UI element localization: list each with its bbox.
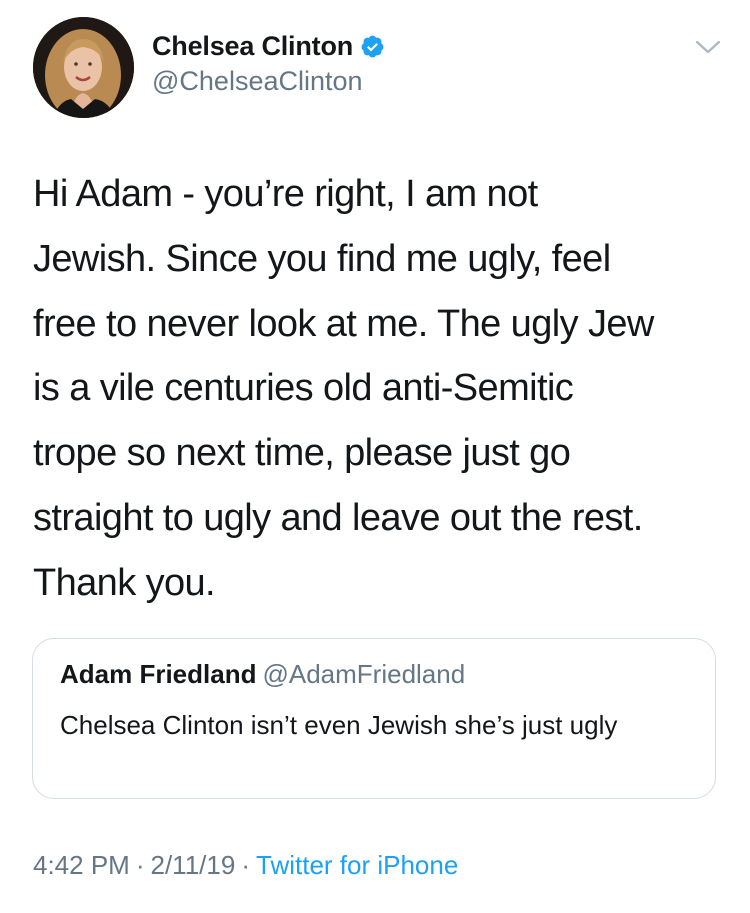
tweet: Chelsea Clinton @ChelseaClinton Hi Adam … — [0, 0, 750, 913]
chevron-down-icon[interactable] — [694, 38, 722, 56]
quoted-tweet-text: Chelsea Clinton isn’t even Jewish she’s … — [60, 710, 618, 740]
quoted-tweet-header: Adam Friedland @AdamFriedland — [60, 659, 465, 690]
tweet-meta: 4:42 PM · 2/11/19 · Twitter for iPhone — [33, 850, 458, 881]
author-display-name[interactable]: Chelsea Clinton — [152, 31, 353, 62]
tweet-time[interactable]: 4:42 PM — [33, 850, 130, 880]
quoted-author-name: Adam Friedland — [60, 659, 257, 689]
meta-separator: · — [241, 850, 250, 880]
tweet-source-link[interactable]: Twitter for iPhone — [256, 850, 458, 880]
verified-badge-icon — [360, 34, 385, 59]
meta-separator: · — [135, 850, 145, 880]
avatar[interactable] — [33, 17, 134, 118]
tweet-text: Hi Adam - you’re right, I am not Jewish.… — [33, 173, 654, 604]
author-name-row[interactable]: Chelsea Clinton — [152, 28, 385, 64]
quoted-tweet-card[interactable]: Adam Friedland @AdamFriedland Chelsea Cli… — [32, 638, 716, 799]
author-handle[interactable]: @ChelseaClinton — [152, 66, 363, 97]
quoted-author-handle: @AdamFriedland — [262, 659, 466, 689]
tweet-date[interactable]: 2/11/19 — [151, 850, 236, 880]
